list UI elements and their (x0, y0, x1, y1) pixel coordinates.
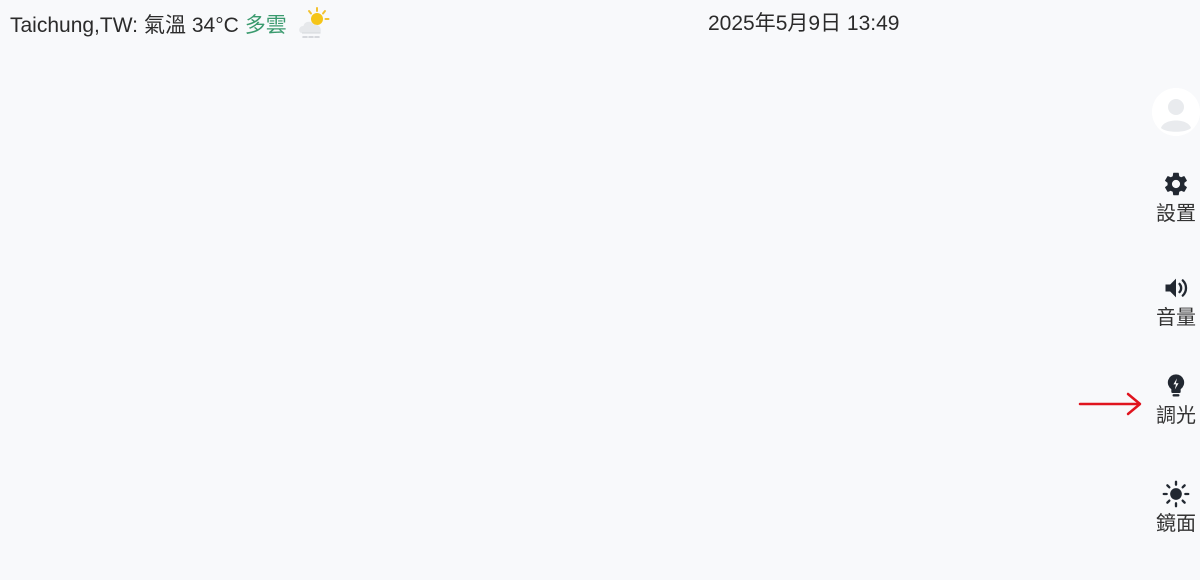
volume-button[interactable]: 音量 (1152, 274, 1200, 330)
weather-location: Taichung,TW: (10, 14, 138, 37)
weather-temperature: 氣溫 34°C (144, 14, 239, 37)
dimming-label: 調光 (1156, 405, 1196, 427)
dimming-button[interactable]: 調光 (1152, 372, 1200, 428)
partly-cloudy-icon (298, 7, 330, 38)
date-time-display: 2025年5月9日 13:49 (708, 12, 900, 35)
weather-condition: 多雲 (244, 14, 287, 37)
user-avatar-button[interactable] (1152, 88, 1200, 136)
settings-label: 設置 (1156, 203, 1196, 225)
right-sidebar: 設置 音量 調光 鏡面 (1126, 88, 1200, 558)
lightbulb-icon (1167, 374, 1185, 397)
weather-widget: Taichung,TW: 氣溫 34°C 多雲 (10, 7, 331, 42)
settings-button[interactable]: 設置 (1152, 170, 1200, 226)
volume-label: 音量 (1156, 307, 1196, 329)
mirror-label: 鏡面 (1156, 513, 1196, 535)
mirror-button[interactable]: 鏡面 (1152, 480, 1200, 536)
speaker-icon (1165, 278, 1188, 298)
sun-icon (1162, 480, 1190, 508)
top-status-bar: Taichung,TW: 氣溫 34°C 多雲 2025年5月9日 13:49 (0, 0, 1200, 50)
user-avatar-icon (1152, 88, 1200, 136)
red-arrow-icon (1078, 392, 1142, 416)
gear-icon (1165, 172, 1187, 196)
